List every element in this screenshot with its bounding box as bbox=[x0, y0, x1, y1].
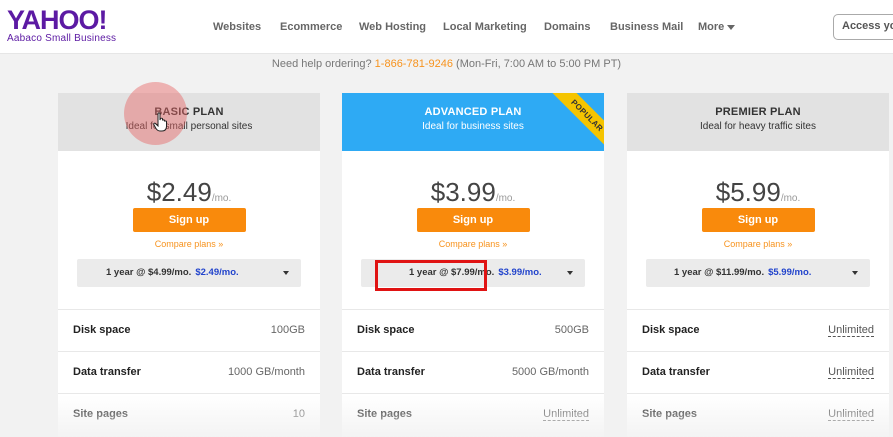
feature-value: Unlimited bbox=[828, 408, 874, 421]
price-period: /mo. bbox=[211, 193, 232, 204]
feature-label: Site pages bbox=[357, 408, 413, 420]
logo-subtitle: Aabaco Small Business bbox=[7, 33, 117, 44]
plan-name: PREMIER PLAN bbox=[715, 106, 801, 118]
compare-plans-link[interactable]: Compare plans » bbox=[58, 239, 320, 249]
signup-button[interactable]: Sign up bbox=[701, 208, 815, 232]
price-value: $3.99 bbox=[430, 177, 496, 207]
popular-badge: POPULAR bbox=[547, 93, 604, 155]
chevron-down-icon bbox=[283, 271, 289, 275]
feature-label: Disk space bbox=[642, 324, 700, 336]
feature-value: 5000 GB/month bbox=[511, 366, 589, 378]
feature-label: Data transfer bbox=[642, 366, 710, 378]
feature-label: Data transfer bbox=[357, 366, 425, 378]
plan-header: PREMIER PLAN Ideal for heavy traffic sit… bbox=[627, 93, 889, 151]
plan-subtitle: Ideal for heavy traffic sites bbox=[700, 121, 816, 132]
nav-more[interactable]: More bbox=[698, 21, 736, 33]
annotation-highlight-box bbox=[375, 260, 487, 291]
plan-header: BASIC PLAN Ideal for small personal site… bbox=[58, 93, 320, 151]
nav-web-hosting[interactable]: Web Hosting bbox=[359, 21, 426, 33]
chevron-down-icon bbox=[852, 271, 858, 275]
nav-business-mail[interactable]: Business Mail bbox=[610, 21, 683, 33]
help-prefix: Need help ordering? bbox=[271, 58, 375, 70]
plan-name: BASIC PLAN bbox=[154, 106, 224, 118]
nav-ecommerce[interactable]: Ecommerce bbox=[280, 21, 342, 33]
feature-value: Unlimited bbox=[828, 324, 874, 337]
access-account-button[interactable]: Access you bbox=[833, 14, 893, 40]
price-period: /mo. bbox=[495, 193, 516, 204]
chevron-down-icon bbox=[727, 24, 736, 30]
feature-label: Data transfer bbox=[73, 366, 141, 378]
feature-value: 500GB bbox=[554, 324, 589, 336]
nav-domains[interactable]: Domains bbox=[544, 21, 590, 33]
plan-price: $5.99/mo. bbox=[627, 177, 889, 207]
feature-value: Unlimited bbox=[828, 366, 874, 379]
feature-label: Site pages bbox=[73, 408, 129, 420]
feature-row: Data transfer 5000 GB/month bbox=[342, 351, 604, 393]
nav-more-label: More bbox=[698, 21, 725, 33]
top-nav-bar: YAHOO! Aabaco Small Business Websites Ec… bbox=[0, 0, 893, 54]
plan-card-basic: BASIC PLAN Ideal for small personal site… bbox=[58, 93, 320, 437]
feature-value: 1000 GB/month bbox=[227, 366, 305, 378]
feature-label: Site pages bbox=[642, 408, 698, 420]
feature-row: Data transfer 1000 GB/month bbox=[58, 351, 320, 393]
term-prefix: 1 year @ bbox=[106, 267, 146, 278]
term-original-price: $4.99/mo. bbox=[148, 267, 192, 278]
help-hours: (Mon-Fri, 7:00 AM to 5:00 PM PT) bbox=[452, 58, 622, 70]
signup-button[interactable]: Sign up bbox=[132, 208, 246, 232]
feature-row: Data transfer Unlimited bbox=[627, 351, 889, 393]
compare-plans-link[interactable]: Compare plans » bbox=[627, 239, 889, 249]
hand-cursor-icon bbox=[153, 112, 169, 137]
term-original-price: $11.99/mo. bbox=[716, 267, 765, 278]
plan-subtitle: Ideal for small personal sites bbox=[125, 121, 253, 132]
nav-local-marketing[interactable]: Local Marketing bbox=[443, 21, 527, 33]
logo-wordmark: YAHOO! bbox=[7, 5, 108, 35]
feature-row: Disk space 500GB bbox=[342, 309, 604, 351]
term-select[interactable]: 1 year @ $11.99/mo. $5.99/mo. bbox=[646, 259, 870, 287]
feature-label: Disk space bbox=[357, 324, 415, 336]
compare-plans-link[interactable]: Compare plans » bbox=[342, 239, 604, 249]
price-value: $2.49 bbox=[146, 177, 212, 207]
chevron-down-icon bbox=[567, 271, 573, 275]
yahoo-logo[interactable]: YAHOO! Aabaco Small Business bbox=[7, 6, 116, 44]
help-phone-link[interactable]: 1-866-781-9246 bbox=[375, 58, 453, 70]
feature-row: Disk space Unlimited bbox=[627, 309, 889, 351]
feature-row: Disk space 100GB bbox=[58, 309, 320, 351]
term-select[interactable]: 1 year @ $4.99/mo. $2.49/mo. bbox=[77, 259, 301, 287]
feature-label: Disk space bbox=[73, 324, 131, 336]
feature-value: 100GB bbox=[270, 324, 305, 336]
nav-websites[interactable]: Websites bbox=[213, 21, 261, 33]
plan-card-premier: PREMIER PLAN Ideal for heavy traffic sit… bbox=[627, 93, 889, 437]
price-value: $5.99 bbox=[715, 177, 781, 207]
plan-price: $3.99/mo. bbox=[342, 177, 604, 207]
term-prefix: 1 year @ bbox=[674, 267, 714, 278]
term-sale-price: $2.49/mo. bbox=[195, 267, 239, 278]
feature-value: 10 bbox=[292, 408, 305, 420]
feature-row: Site pages Unlimited bbox=[627, 393, 889, 435]
feature-row: Site pages 10 bbox=[58, 393, 320, 435]
term-sale-price: $5.99/mo. bbox=[768, 267, 812, 278]
plan-price: $2.49/mo. bbox=[58, 177, 320, 207]
term-sale-price: $3.99/mo. bbox=[498, 267, 542, 278]
signup-button[interactable]: Sign up bbox=[416, 208, 530, 232]
help-ordering-line: Need help ordering? 1-866-781-9246 (Mon-… bbox=[0, 58, 893, 70]
feature-value: Unlimited bbox=[543, 408, 589, 421]
popular-ribbon: POPULAR bbox=[536, 93, 604, 161]
feature-row: Site pages Unlimited bbox=[342, 393, 604, 435]
price-period: /mo. bbox=[780, 193, 801, 204]
